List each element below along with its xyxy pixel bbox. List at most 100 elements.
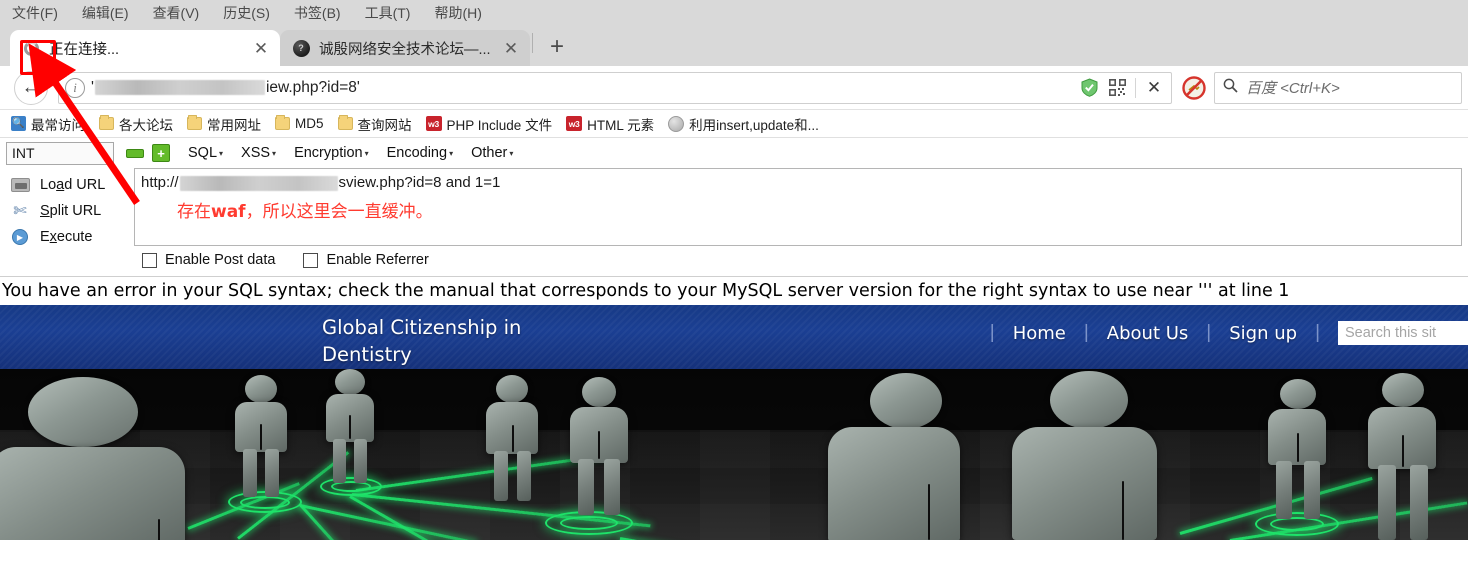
site-title-line2: Dentistry bbox=[322, 342, 412, 366]
waf-annotation-part2: ，所以这里会一直缓冲。 bbox=[245, 201, 433, 222]
split-url-button[interactable]: ✄ Split URL bbox=[6, 198, 134, 224]
chevron-down-icon: ▾ bbox=[449, 148, 454, 158]
nav-link-home[interactable]: Home bbox=[1009, 323, 1070, 344]
address-bar[interactable]: i ' iew.php?id=8' ✕ bbox=[58, 71, 1172, 104]
checkbox-icon[interactable] bbox=[142, 252, 157, 268]
bookmark-label: 最常访问 bbox=[31, 117, 85, 133]
hackbar-body: Load URL ✄ Split URL ▶ Execute http:// sv… bbox=[0, 168, 1468, 276]
hackbar-menu-xss[interactable]: XSS ▾ bbox=[241, 145, 276, 161]
bookmark-label: MD5 bbox=[295, 116, 324, 131]
bookmark-most-visited[interactable]: 🔍 最常访问 bbox=[6, 112, 90, 136]
new-tab-button[interactable]: + bbox=[541, 31, 573, 63]
site-header: Global Citizenship in Dentistry | Home |… bbox=[0, 305, 1468, 369]
adblock-shield-icon[interactable] bbox=[1076, 75, 1102, 101]
w3-icon: w3 bbox=[566, 116, 583, 131]
bookmark-common-sites[interactable]: 常用网址 bbox=[182, 112, 266, 136]
bookmark-php-include[interactable]: w3 PHP Include 文件 bbox=[421, 112, 558, 136]
noscript-icon[interactable] bbox=[1178, 72, 1210, 104]
bookmark-insert-update[interactable]: 利用insert,update和... bbox=[663, 112, 824, 136]
bookmark-query-sites[interactable]: 查询网站 bbox=[333, 112, 417, 136]
url-text: ' iew.php?id=8' bbox=[91, 79, 1076, 97]
folder-icon bbox=[337, 115, 353, 130]
menu-item-tools[interactable]: 工具(T) bbox=[361, 1, 415, 25]
load-url-button[interactable]: Load URL bbox=[6, 172, 134, 198]
tab-forum[interactable]: ? 诚殷网络安全技术论坛—... ✕ bbox=[280, 30, 530, 66]
hackbar-menu-encoding[interactable]: Encoding ▾ bbox=[387, 145, 453, 161]
nav-divider: | bbox=[1083, 322, 1089, 343]
execute-icon: ▶ bbox=[10, 228, 30, 246]
forum-favicon: ? bbox=[292, 39, 310, 57]
hackbar-url-textarea[interactable]: http:// sview.php?id=8 and 1=1 存在waf，所以这里… bbox=[134, 168, 1462, 246]
enable-referrer-label: Enable Referrer bbox=[326, 252, 429, 268]
browser-search-bar[interactable]: 百度 <Ctrl+K> bbox=[1214, 71, 1462, 104]
menu-item-edit[interactable]: 编辑(E) bbox=[78, 1, 133, 25]
enable-post-data-label: Enable Post data bbox=[165, 252, 276, 268]
tab-close-button[interactable]: ✕ bbox=[500, 37, 522, 59]
hackbar-input-column: http:// sview.php?id=8 and 1=1 存在waf，所以这里… bbox=[134, 168, 1462, 274]
chevron-down-icon: ▾ bbox=[272, 148, 277, 158]
folder-icon bbox=[99, 115, 114, 130]
network-node-ring bbox=[240, 496, 290, 509]
bookmark-label: 查询网站 bbox=[357, 117, 412, 133]
chevron-down-icon: ▾ bbox=[509, 148, 514, 158]
network-node-ring bbox=[560, 516, 618, 530]
back-button[interactable]: ← bbox=[14, 70, 48, 105]
address-bar-icons: ✕ bbox=[1076, 75, 1167, 101]
load-url-label: Load URL bbox=[40, 177, 106, 193]
menu-item-view[interactable]: 查看(V) bbox=[149, 1, 204, 25]
hackbar-menu-encryption[interactable]: Encryption ▾ bbox=[294, 145, 369, 161]
hackbar-action-list: Load URL ✄ Split URL ▶ Execute bbox=[6, 168, 134, 250]
checkbox-icon[interactable] bbox=[303, 252, 319, 268]
url-redacted-host bbox=[94, 80, 265, 95]
bookmarks-bar: 🔍 最常访问 各大论坛 常用网址 MD5 查询网站 w3 PHP Include… bbox=[0, 110, 1468, 138]
bookmark-label: 各大论坛 bbox=[119, 117, 173, 133]
tab-title: 正在连接... bbox=[49, 41, 120, 58]
globe-icon bbox=[668, 115, 685, 132]
stop-loading-icon[interactable]: ✕ bbox=[1141, 75, 1167, 101]
site-info-icon[interactable]: i bbox=[65, 77, 85, 98]
bookmark-label: PHP Include 文件 bbox=[446, 117, 553, 133]
hackbar-toolbar: INT ⌄ + SQL ▾ XSS ▾ Encryption ▾ Encodin… bbox=[0, 138, 1468, 168]
waf-annotation: 存在waf，所以这里会一直缓冲。 bbox=[141, 194, 1455, 225]
hackbar-type-value: INT bbox=[12, 145, 35, 161]
hackbar-checkbox-row: Enable Post data Enable Referrer bbox=[134, 246, 1462, 274]
browser-window: 文件(F) 编辑(E) 查看(V) 历史(S) 书签(B) 工具(T) 帮助(H… bbox=[0, 0, 1468, 579]
site-navigation: | Home | About Us | Sign up | Search thi… bbox=[976, 313, 1468, 353]
site-search-input[interactable]: Search this sit bbox=[1338, 321, 1468, 345]
hackbar-type-select[interactable]: INT ⌄ bbox=[6, 141, 114, 165]
hackbar-menu-label: XSS bbox=[241, 145, 271, 161]
menu-item-file[interactable]: 文件(F) bbox=[8, 1, 62, 25]
hackbar-url-value: http:// sview.php?id=8 and 1=1 bbox=[141, 172, 1455, 194]
execute-button[interactable]: ▶ Execute bbox=[6, 224, 134, 250]
menu-item-help[interactable]: 帮助(H) bbox=[430, 1, 485, 25]
banner-floor bbox=[0, 430, 1468, 540]
nav-link-sign-up[interactable]: Sign up bbox=[1225, 323, 1301, 344]
load-url-icon bbox=[10, 176, 30, 194]
hackbar-panel: INT ⌄ + SQL ▾ XSS ▾ Encryption ▾ Encodin… bbox=[0, 138, 1468, 277]
bookmark-md5[interactable]: MD5 bbox=[270, 114, 329, 133]
bookmark-forums[interactable]: 各大论坛 bbox=[94, 112, 178, 136]
tab-title: 诚殷网络安全技术论坛—... bbox=[319, 41, 491, 58]
execute-label: Execute bbox=[40, 229, 93, 245]
menu-item-bookmarks[interactable]: 书签(B) bbox=[290, 1, 345, 25]
url-prefix: ' bbox=[91, 78, 94, 96]
add-row-button[interactable]: + bbox=[152, 144, 170, 162]
menu-item-history[interactable]: 历史(S) bbox=[219, 1, 274, 25]
qrcode-icon[interactable] bbox=[1104, 75, 1130, 101]
chevron-down-icon: ▾ bbox=[219, 148, 224, 158]
remove-row-button[interactable] bbox=[126, 148, 144, 158]
enable-post-data-checkbox[interactable]: Enable Post data bbox=[142, 252, 275, 268]
hackbar-menu-other[interactable]: Other ▾ bbox=[471, 145, 513, 161]
icon-divider bbox=[1135, 77, 1136, 98]
tab-strip: 正在连接... ✕ ? 诚殷网络安全技术论坛—... ✕ + bbox=[0, 26, 1468, 66]
nav-link-about-us[interactable]: About Us bbox=[1103, 323, 1193, 344]
split-url-label: Split URL bbox=[40, 203, 102, 219]
bookmark-html-elements[interactable]: w3 HTML 元素 bbox=[561, 112, 659, 136]
nav-divider: | bbox=[1315, 322, 1320, 343]
hackbar-menu-sql[interactable]: SQL ▾ bbox=[188, 145, 223, 161]
tab-spinner-highlight-box bbox=[20, 40, 56, 75]
waf-annotation-bold: waf bbox=[211, 201, 246, 222]
tab-close-button[interactable]: ✕ bbox=[250, 37, 272, 59]
enable-referrer-checkbox[interactable]: Enable Referrer bbox=[303, 252, 429, 268]
navigation-bar: ← i ' iew.php?id=8' ✕ 百度 <Ctrl+K> bbox=[0, 66, 1468, 110]
